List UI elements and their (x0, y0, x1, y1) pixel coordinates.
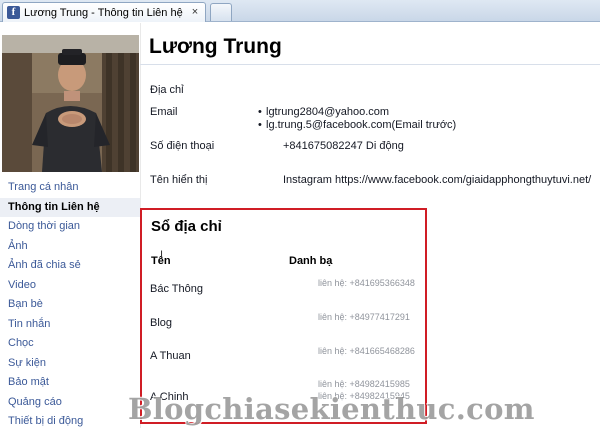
sidebar-item-events[interactable]: Sự kiện (0, 354, 140, 374)
contact-name: Blog (150, 317, 173, 329)
contact-name: Bác Thông (150, 283, 204, 295)
column-header-contacts: Danh bạ (289, 255, 333, 267)
contact-phone: liên hệ: +84977417291 (318, 312, 410, 322)
email-item[interactable]: lg.trung.5@facebook.com(Email trước) (258, 119, 456, 132)
address-label: Địa chỉ (150, 84, 184, 96)
sidebar-item-security[interactable]: Bảo mật (0, 373, 140, 393)
browser-tab[interactable]: f Lương Trung - Thông tin Liên hệ × (2, 2, 206, 22)
sidebar-item-timeline[interactable]: Dòng thời gian (0, 217, 140, 237)
email-label: Email (150, 106, 178, 118)
phone-value: +841675082247 Di động (283, 140, 404, 152)
facebook-favicon-icon: f (7, 6, 20, 19)
contact-phone: liên hệ: +841665468286 (318, 346, 415, 356)
title-divider (140, 64, 600, 65)
sidebar-item-shared-photos[interactable]: Ảnh đã chia sẻ (0, 256, 140, 276)
display-name-label: Tên hiển thị (150, 174, 208, 186)
mouse-cursor-icon: I (160, 249, 164, 261)
new-tab-button[interactable] (210, 3, 232, 21)
email-list: lgtrung2804@yahoo.com lg.trung.5@faceboo… (258, 106, 456, 132)
contact-phone: liên hệ: +841695366348 (318, 278, 415, 288)
profile-photo (2, 35, 139, 172)
email-item[interactable]: lgtrung2804@yahoo.com (258, 106, 456, 119)
address-book-title: Sổ địa chỉ (151, 218, 222, 235)
phone-label: Số điện thoại (150, 140, 215, 152)
sidebar-item-contact-info[interactable]: Thông tin Liên hệ (0, 197, 140, 217)
sidebar-nav: Trang cá nhân Thông tin Liên hệ Dòng thờ… (0, 178, 140, 432)
browser-tab-bar: f Lương Trung - Thông tin Liên hệ × (0, 0, 600, 22)
watermark: Blogchiasekienthuc.com (128, 392, 535, 426)
sidebar-item-photos[interactable]: Ảnh (0, 237, 140, 257)
sidebar-item-videos[interactable]: Video (0, 276, 140, 296)
sidebar-item-ads[interactable]: Quảng cáo (0, 393, 140, 413)
page-title: Lương Trung (149, 35, 282, 58)
contact-name: A Thuan (150, 350, 191, 362)
sidebar-item-timeline-profile[interactable]: Trang cá nhân (0, 178, 140, 198)
sidebar-item-friends[interactable]: Bạn bè (0, 295, 140, 315)
tab-title: Lương Trung - Thông tin Liên hệ (24, 6, 183, 19)
display-name-value[interactable]: Instagram https://www.facebook.com/giaid… (283, 174, 591, 186)
sidebar-item-mobile-devices[interactable]: Thiết bị di động (0, 412, 140, 432)
profile-photo-image (2, 35, 139, 172)
close-icon[interactable]: × (189, 6, 201, 19)
sidebar-item-pokes[interactable]: Chọc (0, 334, 140, 354)
contact-phone: liên hệ: +84982415985 (318, 379, 410, 389)
sidebar-item-messages[interactable]: Tin nhắn (0, 315, 140, 335)
